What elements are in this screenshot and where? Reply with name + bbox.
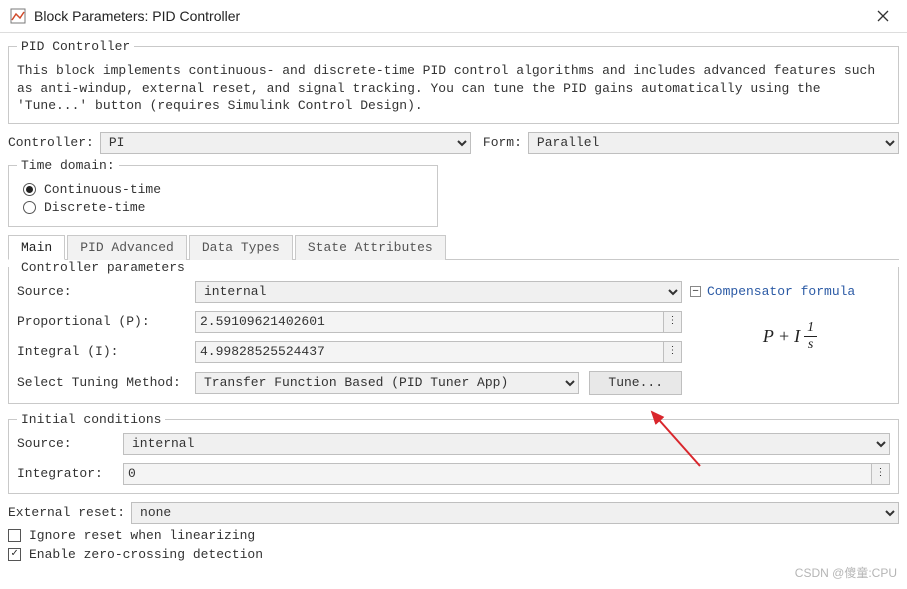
ic-integrator-more-button[interactable]: ⋮ <box>872 463 890 485</box>
cp-i-label: Integral (I): <box>17 344 187 359</box>
tune-button[interactable]: Tune... <box>589 371 682 395</box>
radio-discrete[interactable]: Discrete-time <box>23 200 429 215</box>
ignore-reset-label: Ignore reset when linearizing <box>29 528 255 543</box>
cp-p-input[interactable] <box>195 311 664 333</box>
close-button[interactable] <box>869 6 897 26</box>
tab-main[interactable]: Main <box>8 235 65 260</box>
collapse-icon: − <box>690 286 701 297</box>
checkbox-icon <box>8 529 21 542</box>
controller-select[interactable]: PI <box>100 132 471 154</box>
compensator-formula-link: Compensator formula <box>707 284 855 299</box>
ic-integrator-label: Integrator: <box>17 466 117 481</box>
ic-source-label: Source: <box>17 436 117 451</box>
time-domain-legend: Time domain: <box>17 158 119 173</box>
tab-pid-advanced[interactable]: PID Advanced <box>67 235 187 260</box>
external-reset-select[interactable]: none <box>131 502 899 524</box>
ic-source-select[interactable]: internal <box>123 433 890 455</box>
header-description: This block implements continuous- and di… <box>17 62 890 115</box>
header-fieldset: PID Controller This block implements con… <box>8 39 899 124</box>
radio-discrete-label: Discrete-time <box>44 200 145 215</box>
cp-source-label: Source: <box>17 284 187 299</box>
form-select[interactable]: Parallel <box>528 132 899 154</box>
tabs: Main PID Advanced Data Types State Attri… <box>8 235 899 260</box>
cp-p-more-button[interactable]: ⋮ <box>664 311 682 333</box>
cp-i-more-button[interactable]: ⋮ <box>664 341 682 363</box>
tab-data-types[interactable]: Data Types <box>189 235 293 260</box>
form-label: Form: <box>483 135 522 150</box>
controller-form-row: Controller: PI Form: Parallel <box>8 132 899 154</box>
cp-i-input[interactable] <box>195 341 664 363</box>
ic-legend: Initial conditions <box>17 412 165 427</box>
compensator-formula: P+I 1s <box>763 320 817 353</box>
controller-label: Controller: <box>8 135 94 150</box>
cp-method-select[interactable]: Transfer Function Based (PID Tuner App) <box>195 372 579 394</box>
cp-p-label: Proportional (P): <box>17 314 187 329</box>
zero-crossing-checkbox[interactable]: ✓ Enable zero-crossing detection <box>8 547 899 562</box>
radio-continuous-label: Continuous-time <box>44 182 161 197</box>
cp-source-select[interactable]: internal <box>195 281 682 303</box>
radio-continuous[interactable]: Continuous-time <box>23 182 429 197</box>
window-title: Block Parameters: PID Controller <box>34 8 240 24</box>
external-reset-label: External reset: <box>8 505 125 520</box>
radio-icon <box>23 201 36 214</box>
cp-legend: Controller parameters <box>17 260 189 275</box>
tab-state-attributes[interactable]: State Attributes <box>295 235 446 260</box>
titlebar: Block Parameters: PID Controller <box>0 0 907 33</box>
time-domain-fieldset: Time domain: Continuous-time Discrete-ti… <box>8 158 438 227</box>
radio-icon <box>23 183 36 196</box>
watermark: CSDN @傻童:CPU <box>795 564 897 581</box>
app-icon <box>10 8 26 24</box>
compensator-formula-toggle[interactable]: − Compensator formula <box>690 284 890 299</box>
controller-parameters-fieldset: Controller parameters Source: internal −… <box>8 260 899 404</box>
ignore-reset-checkbox[interactable]: Ignore reset when linearizing <box>8 528 899 543</box>
zero-crossing-label: Enable zero-crossing detection <box>29 547 263 562</box>
initial-conditions-fieldset: Initial conditions Source: internal Inte… <box>8 412 899 494</box>
header-legend: PID Controller <box>17 39 134 54</box>
checkbox-icon: ✓ <box>8 548 21 561</box>
ic-integrator-input[interactable] <box>123 463 872 485</box>
cp-method-label: Select Tuning Method: <box>17 375 187 390</box>
